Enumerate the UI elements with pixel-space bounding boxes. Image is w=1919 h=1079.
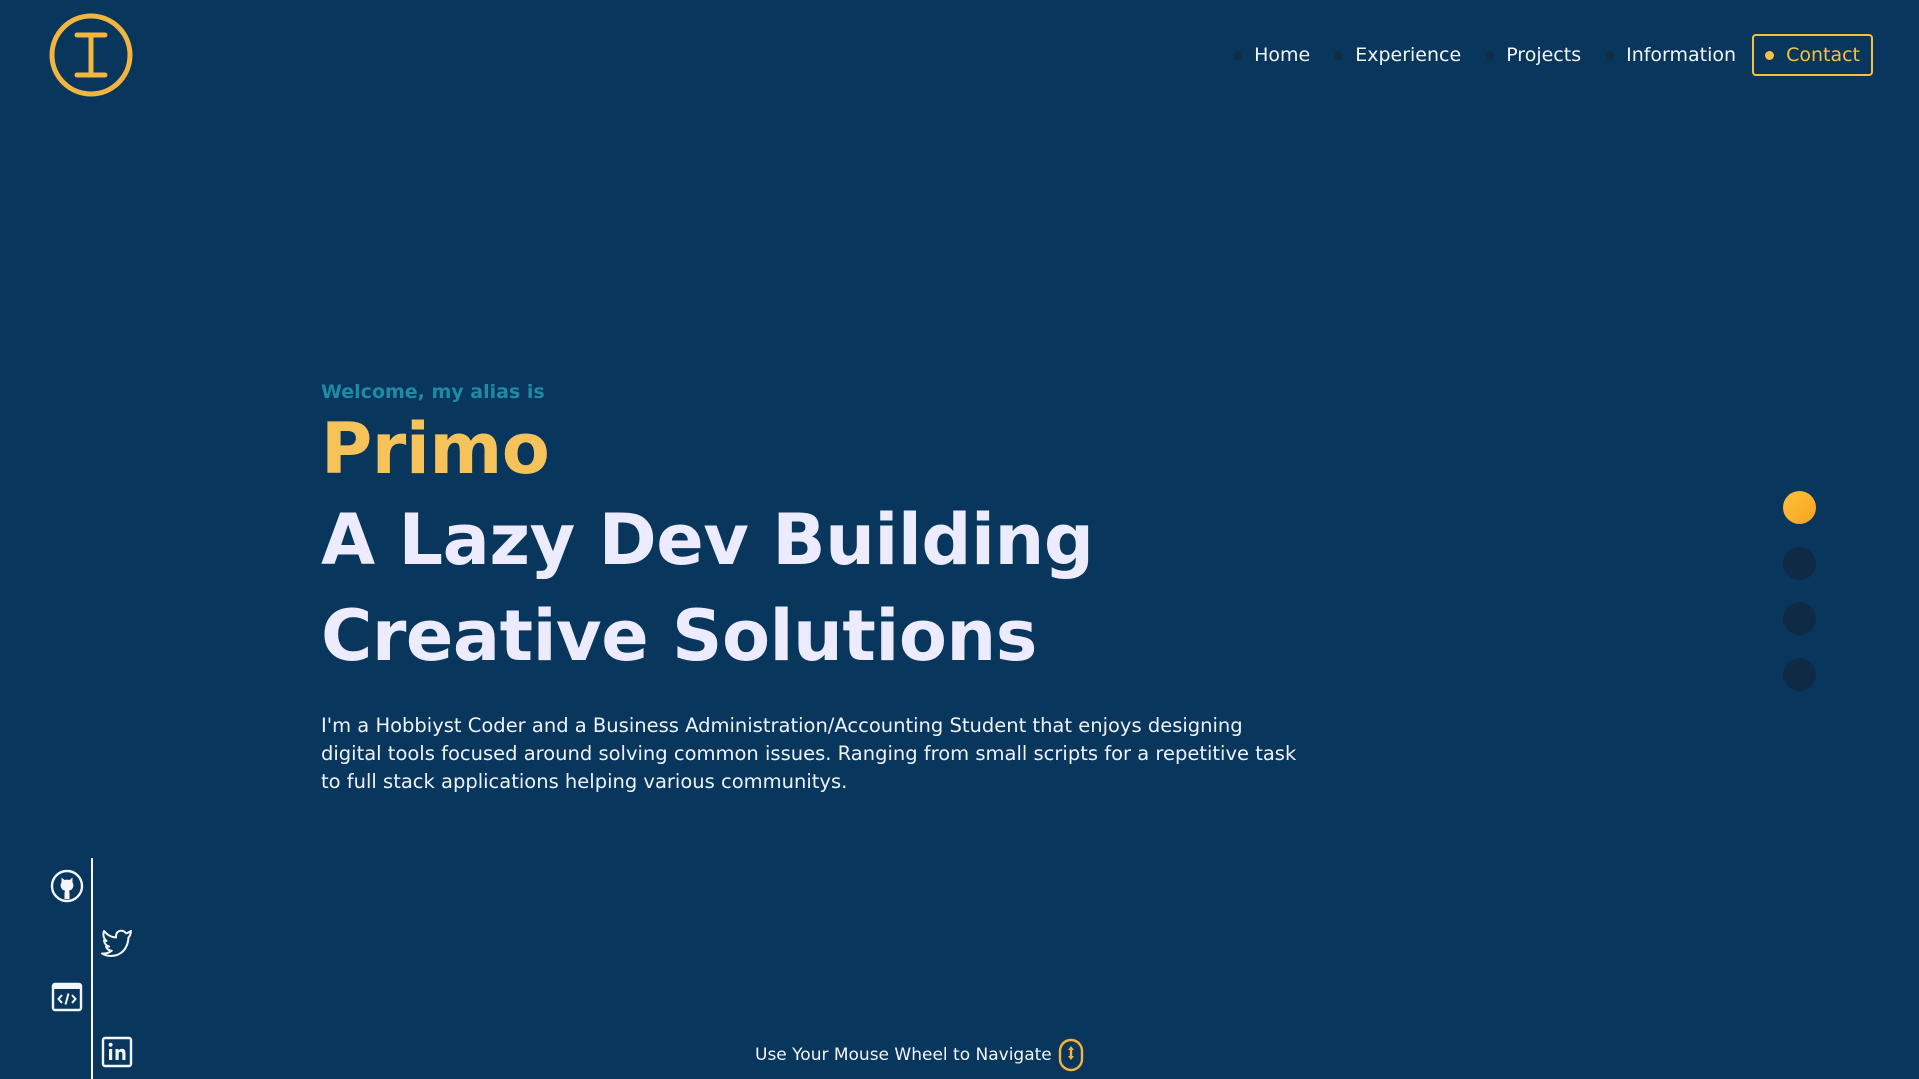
hero-alias-name: Primo — [321, 408, 550, 490]
section-dot-4[interactable] — [1783, 657, 1816, 691]
hero-description: I'm a Hobbiyst Coder and a Business Admi… — [321, 714, 1297, 793]
nav-bullet-icon — [1485, 50, 1495, 60]
social-divider-line — [91, 858, 93, 1079]
contact-button-label: Contact — [1786, 44, 1860, 66]
code-window-icon[interactable] — [49, 979, 85, 1015]
nav-projects-label: Projects — [1506, 44, 1582, 66]
hero-headline-line-1: A Lazy Dev Building — [321, 499, 1094, 581]
nav-projects[interactable]: Projects — [1485, 44, 1581, 66]
nav-home[interactable]: Home — [1233, 44, 1310, 66]
section-dot-3[interactable] — [1783, 602, 1816, 635]
scroll-hint: Use Your Mouse Wheel to Navigate — [755, 1038, 1084, 1072]
hero-section: Welcome, my alias is Primo A Lazy Dev Bu… — [321, 378, 1301, 796]
github-icon[interactable] — [49, 868, 85, 904]
contact-button[interactable]: Contact — [1752, 34, 1873, 76]
nav-experience-label: Experience — [1355, 44, 1462, 66]
cursor-i-logo-icon[interactable] — [48, 12, 134, 98]
nav-bullet-icon — [1334, 50, 1344, 60]
hero-headline-line-2: Creative Solutions — [321, 595, 1037, 677]
hero-welcome-text: Welcome, my alias is — [321, 381, 545, 403]
nav-experience[interactable]: Experience — [1334, 44, 1461, 66]
nav-bullet-icon — [1233, 50, 1243, 60]
nav-information[interactable]: Information — [1605, 44, 1736, 66]
section-dot-1[interactable] — [1783, 491, 1816, 524]
portfolio-page: Home Experience Projects Information Con… — [0, 0, 1919, 1079]
top-navigation: Home Experience Projects Information Con… — [1209, 34, 1873, 76]
twitter-icon[interactable] — [99, 923, 135, 959]
linkedin-icon[interactable] — [99, 1034, 135, 1070]
nav-bullet-icon — [1605, 50, 1615, 60]
mouse-wheel-icon — [1058, 1038, 1084, 1072]
nav-home-label: Home — [1254, 44, 1311, 66]
scroll-hint-text: Use Your Mouse Wheel to Navigate — [755, 1045, 1052, 1065]
section-pagination — [1783, 491, 1816, 713]
section-dot-2[interactable] — [1783, 546, 1816, 580]
nav-bullet-icon — [1765, 50, 1775, 60]
nav-information-label: Information — [1626, 44, 1737, 66]
